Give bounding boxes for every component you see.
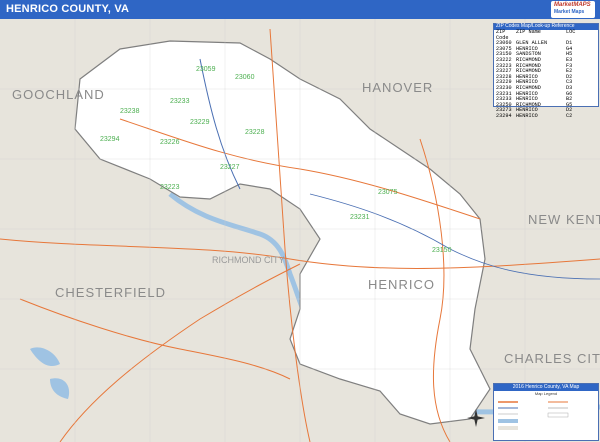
zip-reference-table: ZIP Codes Map/Look-up Reference ZIP Code… xyxy=(493,23,599,119)
zip-table-row: 23294 HENRICO C2 xyxy=(494,112,598,120)
logo-line2: Market Maps xyxy=(554,9,585,15)
city-label-richmond: RICHMOND CITY xyxy=(212,255,285,265)
zip-label: 23223 xyxy=(160,184,180,191)
zip-label: 23227 xyxy=(220,164,240,171)
zip-label: 23233 xyxy=(170,98,190,105)
county-label-chesterfield: CHESTERFIELD xyxy=(55,285,166,300)
county-label-new-kent: NEW KENT xyxy=(528,212,600,227)
map-legend: 2016 Henrico County, VA Map Map Legend xyxy=(493,383,599,441)
county-label-goochland: GOOCHLAND xyxy=(12,87,105,102)
zip-label: 23228 xyxy=(245,129,265,136)
zip-table-rows: 23060 GLEN ALLEN D1 23075 HENRICO G4 23150 SAND… xyxy=(494,41,598,119)
map-title: HENRICO COUNTY, VA xyxy=(6,3,130,15)
zip-label: 23059 xyxy=(196,66,216,73)
county-label-hanover: HANOVER xyxy=(362,80,433,95)
zip-label: 23229 xyxy=(190,119,210,126)
zip-label: 23231 xyxy=(350,214,370,221)
zip-table-cell: C2 xyxy=(566,112,573,119)
zip-label: 23226 xyxy=(160,139,180,146)
map-frame: HENRICO COUNTY, VA MarketMAPS Market Map… xyxy=(0,0,600,442)
county-label-charles-city: CHARLES CITY xyxy=(504,351,600,366)
zip-label: 23150 xyxy=(432,247,452,254)
legend-title: 2016 Henrico County, VA Map xyxy=(494,384,598,391)
zip-table-cell: HENRICO xyxy=(516,112,538,119)
zip-label: 23060 xyxy=(235,74,255,81)
zip-table-cell: 23294 xyxy=(496,112,512,119)
brand-logo: MarketMAPS Market Maps xyxy=(551,1,595,18)
logo-line1: MarketMAPS xyxy=(554,2,591,8)
zip-label: 23238 xyxy=(120,108,140,115)
zip-label: 23294 xyxy=(100,136,120,143)
legend-swatches xyxy=(498,401,569,430)
title-bar: HENRICO COUNTY, VA MarketMAPS Market Map… xyxy=(0,0,600,19)
zip-label: 23075 xyxy=(378,189,398,196)
north-arrow-icon xyxy=(467,409,485,427)
county-label-henrico: HENRICO xyxy=(368,277,435,292)
